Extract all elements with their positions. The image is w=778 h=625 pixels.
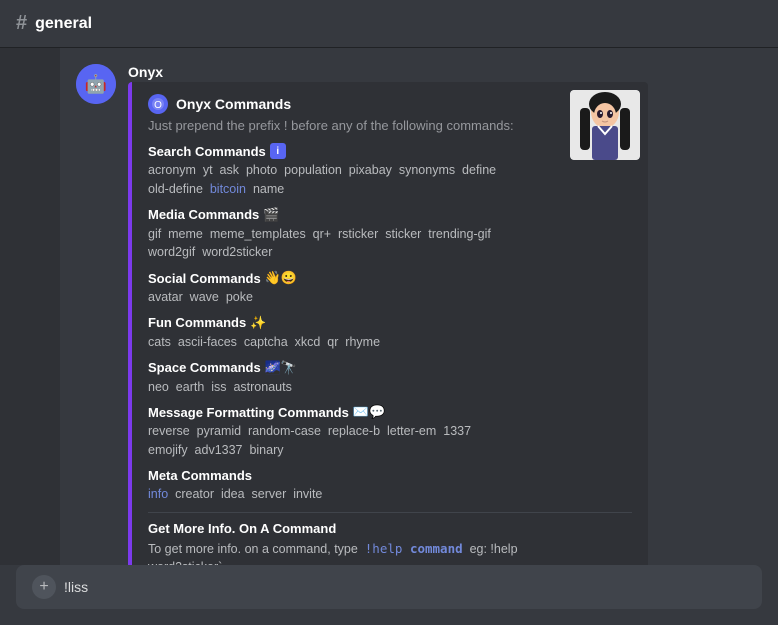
message-input[interactable] bbox=[64, 579, 746, 595]
media-emoji: 🎬 bbox=[263, 207, 279, 223]
section-header-search: Search Commands i bbox=[148, 143, 632, 159]
help-section: Get More Info. On A Command To get more … bbox=[148, 512, 632, 566]
help-text: To get more info. on a command, type !he… bbox=[148, 540, 632, 566]
formatting-commands-list: reverse pyramid random-case replace-b le… bbox=[148, 422, 632, 460]
formatting-emoji: ✉️💬 bbox=[353, 404, 385, 420]
input-area: + bbox=[0, 565, 778, 625]
fun-commands-label: Fun Commands bbox=[148, 315, 246, 330]
social-emoji: 👋😀 bbox=[265, 270, 297, 286]
media-commands-label: Media Commands bbox=[148, 207, 259, 222]
help-title: Get More Info. On A Command bbox=[148, 521, 632, 536]
embed-description: Just prepend the prefix ! before any of … bbox=[148, 118, 632, 133]
social-commands-label: Social Commands bbox=[148, 271, 261, 286]
messages-area: 🤖 Onyx bbox=[60, 48, 778, 565]
svg-text:🤖: 🤖 bbox=[85, 73, 107, 94]
section-header-formatting: Message Formatting Commands ✉️💬 bbox=[148, 404, 632, 420]
channel-hash: # bbox=[16, 12, 27, 35]
section-header-fun: Fun Commands ✨ bbox=[148, 315, 632, 331]
sidebar bbox=[0, 48, 60, 565]
embed-header: O Onyx Commands bbox=[148, 94, 632, 114]
bot-avatar-art bbox=[570, 90, 640, 160]
channel-header: # general bbox=[0, 0, 778, 48]
info-badge: i bbox=[270, 143, 286, 159]
formatting-commands-label: Message Formatting Commands bbox=[148, 405, 349, 420]
social-commands-list: avatar wave poke bbox=[148, 288, 632, 307]
embed-title: Onyx Commands bbox=[176, 96, 291, 112]
add-button[interactable]: + bbox=[32, 575, 56, 599]
search-commands-label: Search Commands bbox=[148, 144, 266, 159]
avatar-area: 🤖 bbox=[76, 64, 116, 565]
section-header-social: Social Commands 👋😀 bbox=[148, 270, 632, 286]
message-content: Onyx bbox=[128, 64, 762, 565]
main-area: 🤖 Onyx bbox=[0, 48, 778, 565]
space-emoji: 🌌🔭 bbox=[265, 360, 297, 376]
embed-icon: O bbox=[148, 94, 168, 114]
username: Onyx bbox=[128, 64, 762, 80]
section-header-media: Media Commands 🎬 bbox=[148, 207, 632, 223]
meta-commands-list: info creator idea server invite bbox=[148, 485, 632, 504]
meta-commands-label: Meta Commands bbox=[148, 468, 252, 483]
svg-text:O: O bbox=[154, 100, 162, 111]
fun-commands-list: cats ascii-faces captcha xkcd qr rhyme bbox=[148, 333, 632, 352]
space-commands-list: neo earth iss astronauts bbox=[148, 378, 632, 397]
bot-thumbnail bbox=[570, 90, 640, 160]
avatar: 🤖 bbox=[76, 64, 116, 104]
search-commands-list: acronym yt ask photo population pixabay … bbox=[148, 161, 632, 199]
media-commands-list: gif meme meme_templates qr+ rsticker sti… bbox=[148, 225, 632, 263]
fun-emoji: ✨ bbox=[250, 315, 266, 331]
section-header-space: Space Commands 🌌🔭 bbox=[148, 360, 632, 376]
section-header-meta: Meta Commands bbox=[148, 468, 632, 483]
input-box: + bbox=[16, 565, 762, 609]
channel-name: general bbox=[35, 15, 92, 33]
space-commands-label: Space Commands bbox=[148, 360, 261, 375]
message-container: 🤖 Onyx bbox=[76, 64, 762, 565]
embed-card: O Onyx Commands Just prepend the prefix … bbox=[128, 82, 648, 565]
